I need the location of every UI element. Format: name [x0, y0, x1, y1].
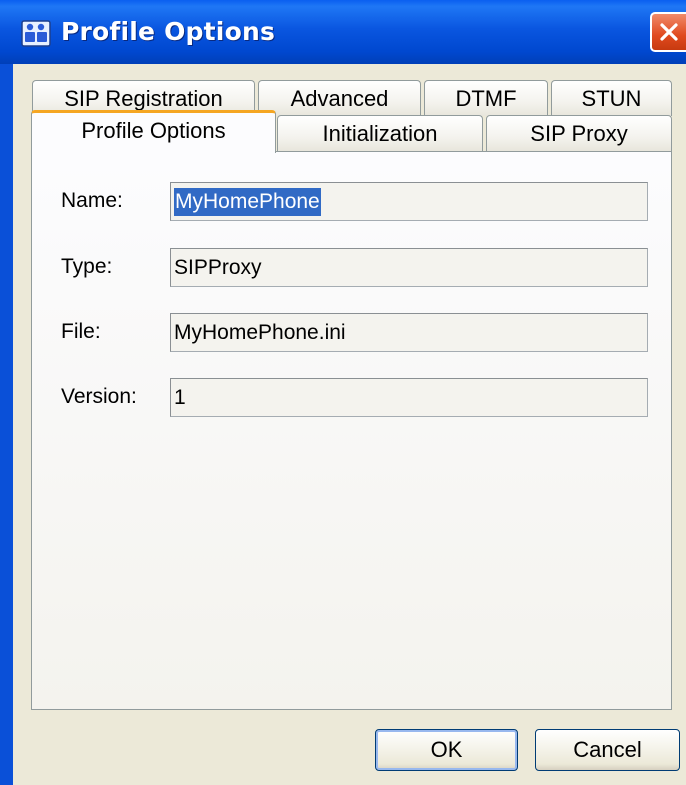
name-field[interactable]: MyHomePhone [170, 182, 648, 221]
tab-stun[interactable]: STUN [551, 80, 672, 116]
tab-profile-options[interactable]: Profile Options [31, 110, 276, 153]
file-label: File: [61, 320, 101, 343]
tab-label: STUN [581, 86, 642, 111]
tab-initialization[interactable]: Initialization [277, 115, 483, 151]
file-field[interactable] [170, 313, 648, 352]
close-button[interactable] [650, 12, 686, 52]
tab-label: Advanced [290, 86, 389, 111]
window-title: Profile Options [61, 17, 276, 46]
profile-options-window: Profile Options SIP Registration Advance… [0, 0, 686, 785]
tab-advanced[interactable]: Advanced [258, 80, 421, 116]
close-icon [660, 23, 678, 41]
version-field[interactable] [170, 378, 648, 417]
profile-options-panel [31, 151, 672, 710]
version-input[interactable] [171, 379, 647, 416]
tab-label: Profile Options [81, 118, 226, 143]
tab-sip-proxy[interactable]: SIP Proxy [486, 115, 672, 151]
type-label: Type: [61, 255, 113, 278]
name-label: Name: [61, 189, 123, 212]
tab-label: DTMF [455, 86, 517, 111]
profile-app-icon [21, 20, 51, 47]
name-value-selected: MyHomePhone [174, 188, 321, 216]
ok-button[interactable]: OK [375, 729, 518, 771]
version-label: Version: [61, 385, 137, 408]
tab-label: Initialization [322, 121, 438, 146]
tab-label: SIP Proxy [530, 121, 628, 146]
file-input[interactable] [171, 314, 647, 351]
tab-dtmf[interactable]: DTMF [424, 80, 548, 116]
type-input[interactable] [171, 249, 647, 286]
title-bar[interactable]: Profile Options [0, 0, 686, 64]
cancel-button[interactable]: Cancel [535, 729, 680, 771]
type-field[interactable] [170, 248, 648, 287]
